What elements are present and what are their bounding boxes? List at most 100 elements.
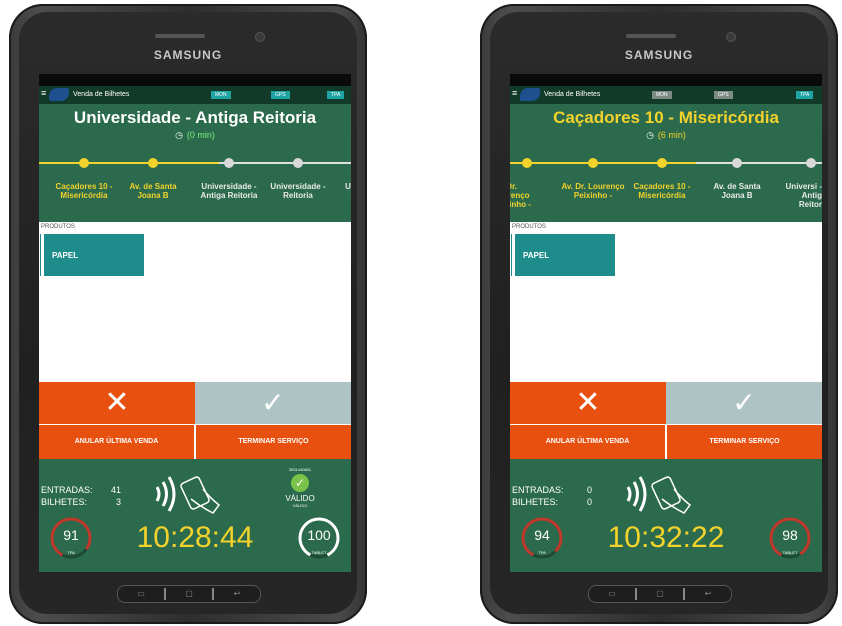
menu-icon[interactable]: ≡ [41, 89, 46, 98]
tablet-battery-gauge: 100 TABLET [297, 516, 341, 560]
screen: ≡ Venda de Bilhetes MON GPS TPA Universi… [39, 74, 351, 572]
products-panel: PRODUTOS PAPEL [39, 222, 351, 382]
undo-last-sale-button[interactable]: ANULAR ÚLTIMA VENDA [510, 425, 665, 459]
menu-icon[interactable]: ≡ [512, 89, 517, 98]
undo-last-sale-button[interactable]: ANULAR ÚLTIMA VENDA [39, 425, 194, 459]
timeline-track-upcoming [219, 162, 351, 164]
recent-apps-key[interactable]: ▭ [589, 588, 635, 600]
confirm-button[interactable]: ✓ [195, 382, 351, 424]
tablet-device-1: SAMSUNG ≡ Venda de Bilhetes MON GPS TPA … [9, 4, 367, 624]
close-icon: ✕ [104, 386, 130, 419]
stop-label: Av. de Santa Joana B [713, 182, 761, 200]
back-key[interactable]: ↩ [214, 588, 260, 600]
bilhetes-label: BILHETES: [512, 497, 559, 507]
stop-label: Caçadores 10 - Misericórdia [55, 182, 113, 200]
entradas-value: 41 [110, 485, 121, 495]
validation-status: 3531440601 ✓ VÁLIDO VÁLIDO [275, 467, 325, 508]
stop-dot [79, 158, 89, 168]
tablet-label: TABLET [311, 550, 327, 555]
elapsed-value: (6 min) [657, 130, 686, 140]
nfc-card-icon [626, 476, 692, 514]
stop-label: Av. de Santa Joana B [129, 182, 177, 200]
app-logo-icon [520, 88, 540, 101]
clock-icon: ◷ [646, 130, 654, 140]
valid-label: VÁLIDO [285, 494, 315, 503]
bilhetes-label: BILHETES: [41, 497, 88, 507]
stop-dot [588, 158, 598, 168]
screen: ≡ Venda de Bilhetes MON GPS TPA Caçadore… [510, 74, 822, 572]
badge-gps: GPS [714, 91, 733, 99]
speaker-grille [626, 34, 676, 38]
stop-label: Universidade - Antiga Reitoria [200, 182, 258, 200]
confirm-button[interactable]: ✓ [666, 382, 822, 424]
elapsed-value: (0 min) [186, 130, 215, 140]
badge-mon: MON [211, 91, 231, 99]
badge-gps: GPS [271, 91, 290, 99]
elapsed-time: ◷ (6 min) [510, 130, 822, 141]
product-papel-button[interactable]: PAPEL [41, 234, 144, 276]
route-header: Caçadores 10 - Misericórdia ◷ (6 min) [510, 104, 822, 144]
status-bar [510, 74, 822, 86]
bilhetes-value: 3 [115, 497, 121, 507]
stop-dot [224, 158, 234, 168]
counters: ENTRADAS: 41 BILHETES: 3 [41, 484, 121, 508]
entradas-label: ENTRADAS: [512, 485, 564, 495]
elapsed-time: ◷ (0 min) [39, 130, 351, 141]
products-title: PRODUTOS [41, 224, 75, 230]
tablet-battery-value: 100 [307, 527, 331, 543]
stops-timeline[interactable]: v. Dr. ourenço eixinho - Av. Dr. Lourenç… [510, 144, 822, 222]
stop-label: Av. Dr. Lourenço Peixinho - [561, 182, 625, 200]
recent-apps-key[interactable]: ▭ [118, 588, 164, 600]
route-title: Universidade - Antiga Reitoria [73, 108, 317, 127]
counters: ENTRADAS: 0 BILHETES: 0 [512, 484, 592, 508]
cancel-button[interactable]: ✕ [39, 382, 195, 424]
product-label: PAPEL [523, 251, 550, 260]
status-panel: ENTRADAS: 41 BILHETES: 3 3531440601 ✓ VÁLI… [39, 459, 351, 572]
product-label: PAPEL [52, 251, 79, 260]
app-action-bar: ≡ Venda de Bilhetes MON GPS TPA [510, 86, 822, 104]
front-camera-icon [255, 32, 265, 42]
end-service-button[interactable]: TERMINAR SERVIÇO [667, 425, 822, 459]
app-title: Venda de Bilhetes [544, 91, 601, 98]
hardware-nav-keys: ▭ ▢ ↩ [588, 585, 732, 603]
cancel-button[interactable]: ✕ [510, 382, 666, 424]
stop-label: v. Dr. ourenço eixinho - [510, 182, 531, 209]
stop-label: Caçadores 10 - Misericórdia [633, 182, 691, 200]
stop-dot [522, 158, 532, 168]
badge-mon: MON [652, 91, 672, 99]
route-header: Universidade - Antiga Reitoria ◷ (0 min) [39, 104, 351, 144]
back-key[interactable]: ↩ [685, 588, 731, 600]
entradas-value: 0 [586, 485, 592, 495]
home-key[interactable]: ▢ [637, 588, 683, 600]
device-brand-label: SAMSUNG [153, 48, 223, 62]
product-papel-button[interactable]: PAPEL [512, 234, 615, 276]
stop-dot [732, 158, 742, 168]
badge-tpa: TPA [796, 91, 814, 99]
tablet-battery-value: 98 [782, 527, 798, 543]
stop-label: Universidade - Reitoria [270, 182, 326, 200]
stop-dot [293, 158, 303, 168]
stops-timeline[interactable]: Caçadores 10 - Misericórdia Av. de Santa… [39, 144, 351, 222]
checkmark-icon: ✓ [261, 387, 285, 418]
close-icon: ✕ [575, 386, 601, 419]
badge-tpa: TPA [327, 91, 345, 99]
end-service-button[interactable]: TERMINAR SERVIÇO [196, 425, 351, 459]
stop-dot [148, 158, 158, 168]
tablet-label: TABLET [782, 550, 798, 555]
hardware-nav-keys: ▭ ▢ ↩ [117, 585, 261, 603]
products-panel: PRODUTOS PAPEL [510, 222, 822, 382]
products-title: PRODUTOS [512, 224, 546, 230]
stop-label: U [345, 182, 351, 191]
device-brand-label: SAMSUNG [624, 48, 694, 62]
timeline-track-passed [510, 162, 696, 164]
front-camera-icon [726, 32, 736, 42]
status-panel: ENTRADAS:0 BILHETES:0 94 TPA 10:32:22 [510, 459, 822, 572]
app-logo-icon [49, 88, 69, 101]
speaker-grille [155, 34, 205, 38]
status-bar [39, 74, 351, 86]
valid-sublabel: VÁLIDO [292, 503, 308, 508]
clock-icon: ◷ [175, 130, 183, 140]
tablet-device-2: SAMSUNG ≡ Venda de Bilhetes MON GPS TPA … [480, 4, 838, 624]
home-key[interactable]: ▢ [166, 588, 212, 600]
valid-check-icon: ✓ [291, 474, 309, 492]
